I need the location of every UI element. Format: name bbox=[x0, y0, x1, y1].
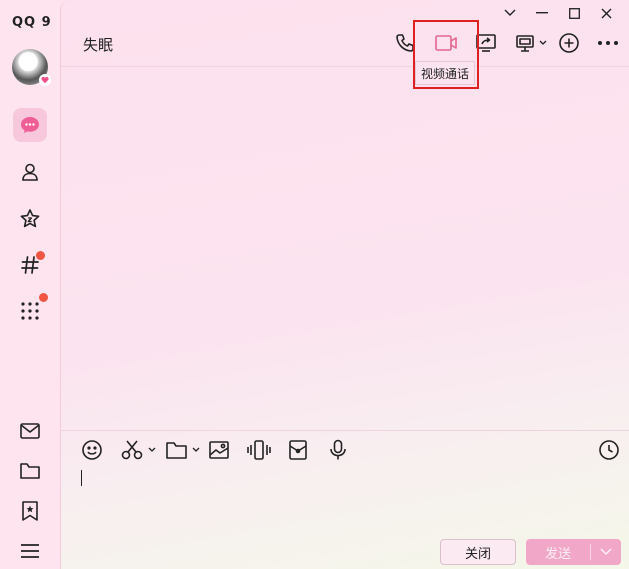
screenshot-button[interactable] bbox=[121, 438, 157, 462]
more-icon bbox=[598, 41, 618, 45]
person-icon bbox=[22, 163, 38, 181]
heart-status-icon bbox=[39, 74, 51, 86]
more-button[interactable] bbox=[596, 31, 620, 55]
grid-icon bbox=[21, 302, 39, 320]
vibrate-button[interactable] bbox=[247, 438, 271, 462]
chat-bubble-icon bbox=[21, 117, 39, 133]
sidebar-item-chat[interactable] bbox=[13, 108, 47, 142]
close-icon bbox=[601, 8, 611, 18]
bookmark-icon bbox=[22, 501, 38, 521]
star-icon bbox=[20, 209, 40, 228]
vibrate-icon bbox=[247, 440, 271, 460]
microphone-icon bbox=[330, 439, 346, 460]
text-cursor bbox=[81, 470, 82, 486]
sidebar-item-favorites[interactable] bbox=[13, 202, 47, 236]
image-button[interactable] bbox=[208, 438, 230, 462]
highlight-box bbox=[413, 20, 479, 89]
close-button[interactable]: 关闭 bbox=[440, 539, 516, 565]
folder-icon bbox=[166, 442, 200, 459]
folder-icon bbox=[20, 463, 40, 479]
close-window-button[interactable] bbox=[590, 4, 622, 22]
send-button-label[interactable]: 发送 bbox=[526, 539, 590, 565]
phone-icon bbox=[396, 34, 414, 52]
chat-history-button[interactable] bbox=[598, 438, 620, 462]
red-packet-icon bbox=[289, 440, 307, 460]
chevron-down-icon bbox=[600, 548, 612, 556]
send-options-button[interactable] bbox=[591, 539, 621, 565]
header-divider bbox=[61, 66, 629, 67]
notification-dot bbox=[39, 293, 48, 302]
send-button[interactable]: 发送 bbox=[526, 539, 621, 565]
image-icon bbox=[209, 441, 229, 459]
add-button[interactable] bbox=[557, 31, 581, 55]
dropdown-button[interactable] bbox=[494, 4, 526, 22]
history-icon bbox=[599, 440, 619, 460]
notification-dot bbox=[36, 251, 45, 260]
sidebar-item-mail[interactable] bbox=[13, 414, 47, 448]
avatar[interactable] bbox=[12, 49, 51, 86]
minimize-button[interactable] bbox=[526, 4, 558, 22]
sidebar-item-menu[interactable] bbox=[13, 534, 47, 568]
voice-message-button[interactable] bbox=[328, 438, 348, 462]
red-packet-button[interactable] bbox=[288, 438, 308, 462]
sidebar-item-channels[interactable] bbox=[13, 248, 47, 282]
sidebar-item-folder[interactable] bbox=[13, 454, 47, 488]
emoji-button[interactable] bbox=[81, 438, 103, 462]
remote-desktop-icon bbox=[516, 35, 547, 52]
minimize-icon bbox=[536, 12, 548, 14]
emoji-icon bbox=[82, 440, 102, 460]
app-logo: QQ 9 bbox=[12, 15, 52, 30]
sidebar-item-bookmark[interactable] bbox=[13, 494, 47, 528]
chat-window: 失眠 视频通话 关闭 发送 bbox=[60, 0, 629, 569]
chat-title: 失眠 bbox=[83, 36, 114, 54]
remote-desktop-button[interactable] bbox=[514, 31, 548, 55]
add-icon bbox=[559, 33, 579, 53]
scissors-icon bbox=[121, 440, 156, 460]
chevron-down-icon bbox=[504, 9, 516, 16]
sidebar-item-contacts[interactable] bbox=[13, 155, 47, 189]
sidebar-item-apps[interactable] bbox=[13, 293, 48, 328]
mail-icon bbox=[20, 423, 40, 439]
window-controls bbox=[494, 4, 622, 22]
input-divider bbox=[61, 430, 629, 431]
hamburger-icon bbox=[21, 544, 39, 558]
maximize-button[interactable] bbox=[558, 4, 590, 22]
maximize-icon bbox=[568, 7, 580, 19]
file-button[interactable] bbox=[165, 438, 201, 462]
sidebar: QQ 9 bbox=[0, 0, 60, 569]
